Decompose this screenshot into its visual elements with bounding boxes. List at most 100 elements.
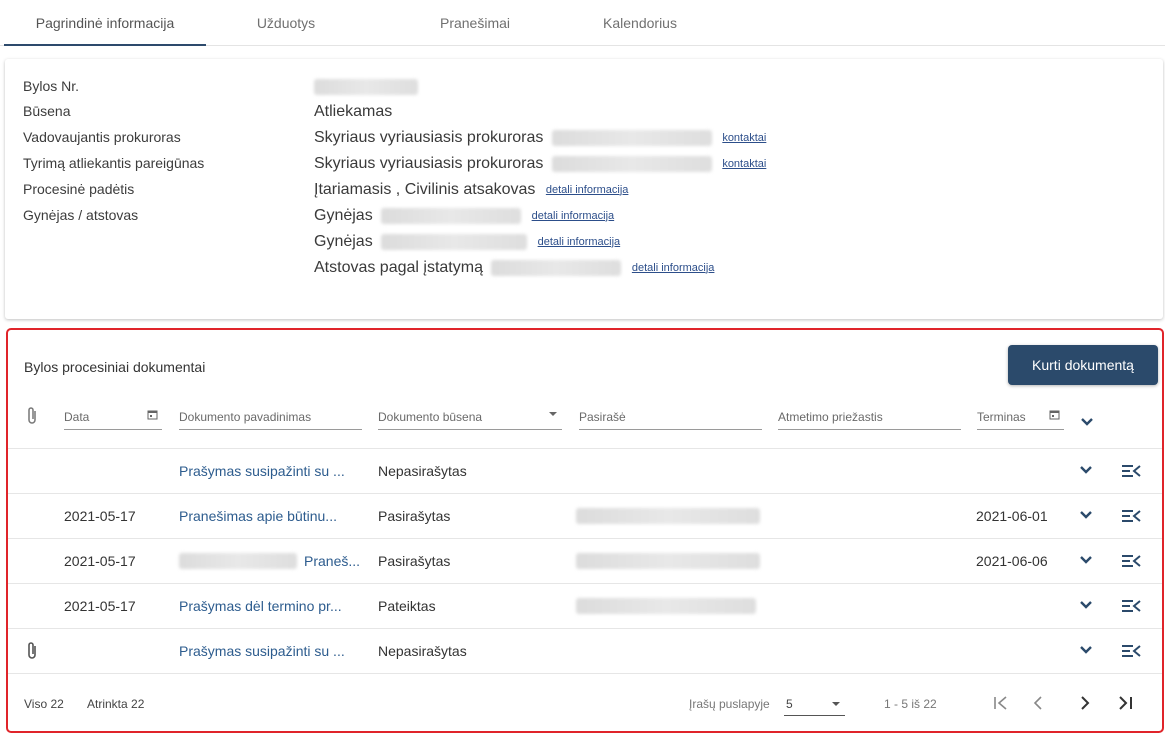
document-name-placeholder: Dokumento pavadinimas <box>179 410 312 424</box>
document-name-link[interactable]: Prašymas susipažinti su ... <box>179 643 345 659</box>
dropdown-arrow-icon[interactable] <box>831 698 841 712</box>
defender-role: Gynėjas <box>314 233 373 250</box>
table-row[interactable]: 2021-05-17 Pranešimas apie būtinu... Pas… <box>8 493 1162 538</box>
details-link[interactable]: detali informacija <box>546 184 629 196</box>
procedural-status-text: Įtariamasis , Civilinis atsakovas <box>314 181 536 198</box>
tab-messages[interactable]: Pranešimai <box>415 0 535 46</box>
label-procedural-status: Procesinė padėtis <box>23 181 135 197</box>
defender-role: Gynėjas <box>314 207 373 224</box>
document-date: 2021-05-17 <box>64 553 136 569</box>
defender-row-1: Gynėjas detali informacija <box>314 207 614 225</box>
document-status: Pasirašytas <box>378 508 451 524</box>
rejection-reason-filter[interactable]: Atmetimo priežastis <box>778 402 961 430</box>
tab-tasks[interactable]: Užduotys <box>226 0 346 46</box>
expand-all-chevron-icon[interactable] <box>1080 415 1094 434</box>
status-value: Atliekamas <box>314 103 393 120</box>
redacted-name <box>381 207 522 224</box>
term-filter-placeholder: Terminas <box>977 410 1026 424</box>
paperclip-icon[interactable] <box>25 406 39 431</box>
dropdown-arrow-icon[interactable] <box>548 409 558 422</box>
selected-count: Atrinkta 22 <box>87 697 145 711</box>
document-status-filter[interactable]: Dokumento būsena <box>378 402 562 430</box>
tab-main-info[interactable]: Pagrindinė informacija <box>4 0 206 46</box>
first-page-icon[interactable] <box>990 692 1012 714</box>
page-range: 1 - 5 iš 22 <box>884 697 937 711</box>
signer-placeholder: Pasirašė <box>579 410 626 424</box>
chevron-down-icon[interactable] <box>1079 598 1093 612</box>
label-defender: Gynėjas / atstovas <box>23 207 139 223</box>
lead-prosecutor-value: Skyriaus vyriausiasis prokuroras kontakt… <box>314 129 766 147</box>
document-name-link[interactable]: Praneš... <box>304 553 360 569</box>
date-filter-placeholder: Data <box>64 410 90 424</box>
calendar-icon[interactable] <box>1049 409 1060 423</box>
document-term: 2021-06-01 <box>976 508 1048 524</box>
defender-row-2: Gynėjas detali informacija <box>314 233 620 251</box>
menu-icon[interactable] <box>1121 553 1141 569</box>
menu-icon[interactable] <box>1121 643 1141 659</box>
redacted-signer <box>576 597 756 615</box>
details-link[interactable]: detali informacija <box>632 262 715 274</box>
redacted-name <box>491 259 622 276</box>
menu-icon[interactable] <box>1121 508 1141 524</box>
details-link[interactable]: detali informacija <box>538 236 621 248</box>
chevron-down-icon[interactable] <box>1079 643 1093 657</box>
documents-title: Bylos procesiniai dokumentai <box>24 359 206 375</box>
signer-filter[interactable]: Pasirašė <box>579 402 762 430</box>
document-name-link[interactable]: Pranešimas apie būtinu... <box>179 508 337 524</box>
case-documents-panel: Bylos procesiniai dokumentai Kurti dokum… <box>6 328 1164 733</box>
contacts-link[interactable]: kontaktai <box>722 132 766 144</box>
representative-row: Atstovas pagal įstatymą detali informaci… <box>314 259 714 277</box>
term-filter[interactable]: Terminas <box>977 402 1064 430</box>
chevron-down-icon[interactable] <box>1079 463 1093 477</box>
procedural-status-value: Įtariamasis , Civilinis atsakovas detali… <box>314 181 628 199</box>
label-lead-prosecutor: Vadovaujantis prokuroras <box>23 129 181 145</box>
table-row[interactable]: 2021-05-17 Praneš... Pasirašytas 2021-06… <box>8 538 1162 583</box>
document-name-filter[interactable]: Dokumento pavadinimas <box>179 402 362 430</box>
redacted-name <box>551 129 712 146</box>
next-page-icon[interactable] <box>1074 692 1096 714</box>
contacts-link[interactable]: kontaktai <box>722 158 766 170</box>
case-number-value <box>314 78 418 96</box>
chevron-down-icon[interactable] <box>1079 508 1093 522</box>
representative-role: Atstovas pagal įstatymą <box>314 259 483 276</box>
create-document-button[interactable]: Kurti dokumentą <box>1008 345 1158 385</box>
date-filter[interactable]: Data <box>64 402 162 430</box>
table-row[interactable]: Prašymas susipažinti su ... Nepasirašyta… <box>8 448 1162 493</box>
calendar-icon[interactable] <box>147 409 158 423</box>
label-status: Būsena <box>23 103 71 119</box>
per-page-label: Įrašų puslapyje <box>689 697 770 711</box>
menu-icon[interactable] <box>1121 463 1141 479</box>
previous-page-icon[interactable] <box>1027 692 1049 714</box>
redacted-name-prefix <box>179 552 297 570</box>
document-term: 2021-06-06 <box>976 553 1048 569</box>
table-row[interactable]: Prašymas susipažinti su ... Nepasirašyta… <box>8 628 1162 673</box>
document-status-placeholder: Dokumento būsena <box>378 410 483 424</box>
document-date: 2021-05-17 <box>64 598 136 614</box>
per-page-select[interactable]: 5 <box>784 692 845 716</box>
document-date: 2021-05-17 <box>64 508 136 524</box>
label-investigator: Tyrimą atliekantis pareigūnas <box>23 155 205 171</box>
redacted-name <box>381 233 528 250</box>
total-count: Viso 22 <box>24 697 64 711</box>
redacted-signer <box>576 552 760 570</box>
table-row[interactable]: 2021-05-17 Prašymas dėl termino pr... Pa… <box>8 583 1162 628</box>
tab-calendar[interactable]: Kalendorius <box>580 0 700 46</box>
menu-icon[interactable] <box>1121 598 1141 614</box>
rejection-reason-placeholder: Atmetimo priežastis <box>778 410 883 424</box>
paperclip-icon[interactable] <box>25 641 39 664</box>
investigator-title: Skyriaus vyriausiasis prokuroras <box>314 155 544 172</box>
document-status: Pasirašytas <box>378 553 451 569</box>
per-page-value: 5 <box>786 697 793 711</box>
chevron-down-icon[interactable] <box>1079 553 1093 567</box>
document-name-link[interactable]: Prašymas susipažinti su ... <box>179 463 345 479</box>
last-page-icon[interactable] <box>1115 692 1137 714</box>
lead-prosecutor-title: Skyriaus vyriausiasis prokuroras <box>314 129 544 146</box>
document-status: Nepasirašytas <box>378 463 467 479</box>
tab-bar: Pagrindinė informacija Užduotys Pranešim… <box>0 0 1165 46</box>
redacted-name <box>551 155 712 172</box>
redacted-signer <box>576 507 760 525</box>
details-link[interactable]: detali informacija <box>532 210 615 222</box>
investigator-value: Skyriaus vyriausiasis prokuroras kontakt… <box>314 155 766 173</box>
document-name-link[interactable]: Prašymas dėl termino pr... <box>179 598 342 614</box>
table-footer: Viso 22 Atrinkta 22 Įrašų puslapyje 5 1 … <box>8 673 1162 731</box>
